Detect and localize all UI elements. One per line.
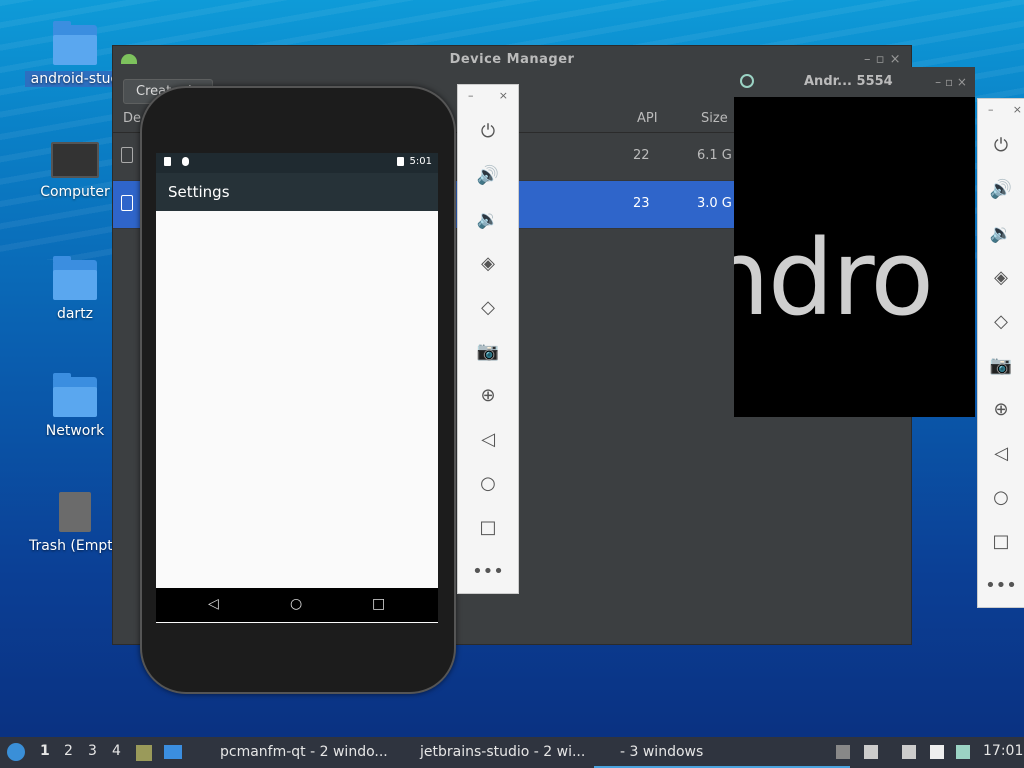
- close-button[interactable]: ×: [1013, 103, 1022, 116]
- taskbar: 1 2 3 4 pcmanfm-qt - 2 windo... jetbrain…: [0, 737, 1024, 768]
- desktop-icon-label: Trash (Empty: [28, 538, 122, 554]
- rotate-left-icon[interactable]: ◈: [458, 241, 518, 285]
- desktop-icon-trash[interactable]: Trash (Empty: [25, 492, 125, 554]
- task-label: jetbrains-studio - 2 wi...: [420, 744, 586, 760]
- clipboard-icon[interactable]: [930, 745, 944, 759]
- minimize-button[interactable]: –: [988, 103, 994, 116]
- back-icon[interactable]: ◁: [978, 431, 1024, 475]
- file-manager-icon[interactable]: [136, 745, 152, 761]
- nav-bar: ◁ ○ □: [156, 588, 438, 622]
- home-folder-icon: [53, 256, 97, 300]
- window-titlebar[interactable]: Andr... 5554 – ▫ ×: [734, 67, 975, 97]
- app-title: Settings: [168, 183, 230, 201]
- column-device[interactable]: De: [123, 111, 141, 126]
- toolbar-header: – ×: [458, 85, 518, 109]
- close-button[interactable]: ×: [499, 89, 508, 102]
- emulator-icon: [740, 74, 754, 88]
- phone-screen[interactable]: 5:01 Settings: [156, 153, 438, 623]
- status-time: 5:01: [409, 156, 432, 167]
- computer-icon: [51, 142, 99, 178]
- desktop-icon-network[interactable]: Network: [25, 373, 125, 439]
- notification-icon[interactable]: [956, 745, 970, 759]
- android-icon: [121, 54, 137, 64]
- recents-icon[interactable]: □: [372, 596, 385, 612]
- app-bar: Settings: [156, 173, 438, 211]
- clock[interactable]: 17:01: [983, 743, 1023, 759]
- android-notification-icon: [182, 157, 189, 166]
- home-icon[interactable]: ○: [978, 475, 1024, 519]
- show-desktop-icon[interactable]: [164, 745, 182, 759]
- boot-screen: ndro: [734, 97, 975, 417]
- row-size: 3.0 G: [697, 196, 732, 211]
- column-api[interactable]: API: [637, 111, 658, 126]
- sd-card-icon: [164, 157, 171, 166]
- workspace-1[interactable]: 1: [40, 743, 50, 759]
- workspace-4[interactable]: 4: [112, 743, 121, 759]
- more-icon[interactable]: •••: [458, 549, 518, 593]
- folder-icon: [53, 21, 97, 65]
- emulator-toolbar: – × ⏻ 🔊 🔉 ◈ ◇ 📷 ⊕ ◁ ○ □ •••: [457, 84, 519, 594]
- window-title: Device Manager: [449, 52, 575, 67]
- volume-down-icon[interactable]: 🔉: [458, 197, 518, 241]
- power-icon[interactable]: ⏻: [978, 123, 1024, 167]
- back-icon[interactable]: ◁: [208, 596, 219, 612]
- zoom-icon[interactable]: ⊕: [458, 373, 518, 417]
- back-icon[interactable]: ◁: [458, 417, 518, 461]
- row-size: 6.1 G: [697, 148, 732, 163]
- rotate-right-icon[interactable]: ◇: [458, 285, 518, 329]
- more-icon[interactable]: •••: [978, 563, 1024, 607]
- toolbar-header: – ×: [978, 99, 1024, 123]
- desktop-icon-label: dartz: [56, 306, 94, 322]
- window-title: Andr... 5554: [804, 74, 893, 89]
- volume-up-icon[interactable]: 🔊: [458, 153, 518, 197]
- desktop-icon-dartz[interactable]: dartz: [25, 256, 125, 322]
- desktop-icon-android-studio[interactable]: android-stud: [25, 21, 125, 87]
- task-label: pcmanfm-qt - 2 windo...: [220, 744, 388, 760]
- column-size[interactable]: Size: [701, 111, 728, 126]
- desktop-icon-label: android-stud: [25, 71, 125, 87]
- home-icon[interactable]: ○: [458, 461, 518, 505]
- network-folder-icon: [53, 373, 97, 417]
- phone-emulator[interactable]: 5:01 Settings ◁ ○ □: [140, 86, 456, 694]
- desktop-icon-label: Computer: [40, 184, 110, 200]
- overview-icon[interactable]: □: [458, 505, 518, 549]
- power-icon[interactable]: ⏻: [458, 109, 518, 153]
- workspace-2[interactable]: 2: [64, 743, 73, 759]
- home-icon[interactable]: ○: [290, 596, 302, 612]
- workspace-3[interactable]: 3: [88, 743, 97, 759]
- task-label: - 3 windows: [620, 744, 704, 760]
- camera-icon[interactable]: 📷: [458, 329, 518, 373]
- row-api: 23: [633, 196, 650, 211]
- start-menu-icon[interactable]: [7, 743, 25, 761]
- desktop-icon-computer[interactable]: Computer: [25, 142, 125, 200]
- rotate-right-icon[interactable]: ◇: [978, 299, 1024, 343]
- upload-icon[interactable]: [836, 745, 850, 759]
- trash-icon: [59, 492, 91, 532]
- volume-icon[interactable]: [864, 745, 878, 759]
- device-icon: [121, 195, 133, 211]
- volume-down-icon[interactable]: 🔉: [978, 211, 1024, 255]
- battery-icon: [397, 157, 404, 166]
- android-boot-text: ndro: [734, 217, 934, 339]
- status-bar: 5:01: [156, 153, 438, 173]
- volume-up-icon[interactable]: 🔊: [978, 167, 1024, 211]
- emulator-window-5554[interactable]: Andr... 5554 – ▫ × ndro: [734, 67, 975, 417]
- window-controls[interactable]: – ▫ ×: [935, 67, 967, 97]
- zoom-icon[interactable]: ⊕: [978, 387, 1024, 431]
- task-jetbrains-studio[interactable]: jetbrains-studio - 2 wi...: [394, 739, 585, 766]
- device-icon: [121, 147, 133, 163]
- desktop-icon-label: Network: [45, 423, 105, 439]
- task-emulator[interactable]: - 3 windows: [594, 739, 850, 768]
- row-api: 22: [633, 148, 650, 163]
- task-pcmanfm[interactable]: pcmanfm-qt - 2 windo...: [194, 739, 388, 766]
- camera-icon[interactable]: 📷: [978, 343, 1024, 387]
- minimize-button[interactable]: –: [468, 89, 474, 102]
- network-icon[interactable]: [902, 745, 916, 759]
- emulator-toolbar: – × ⏻ 🔊 🔉 ◈ ◇ 📷 ⊕ ◁ ○ □ •••: [977, 98, 1024, 608]
- rotate-left-icon[interactable]: ◈: [978, 255, 1024, 299]
- overview-icon[interactable]: □: [978, 519, 1024, 563]
